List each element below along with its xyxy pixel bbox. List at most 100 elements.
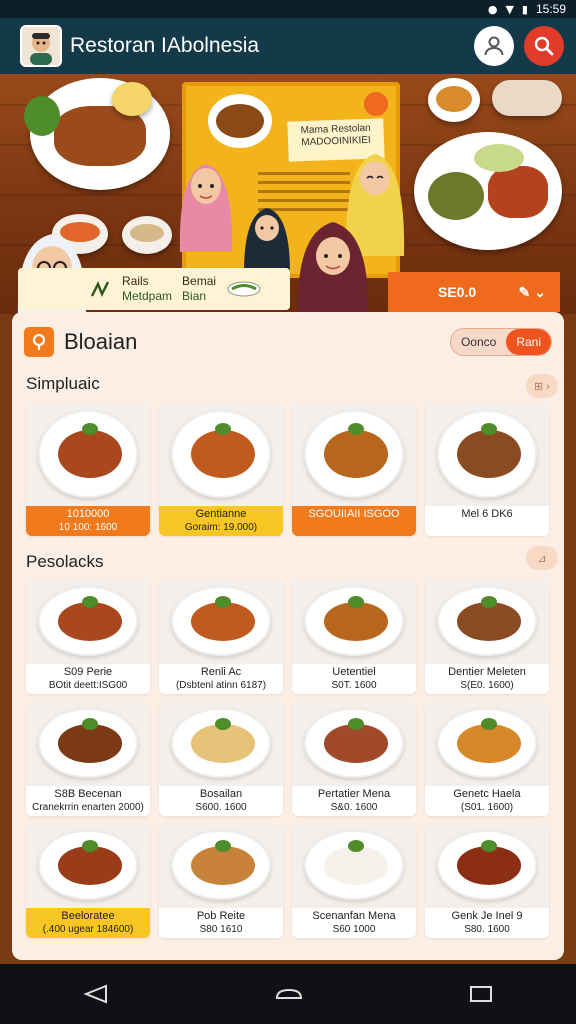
dish-name: Uetentiel: [332, 666, 376, 678]
dish-photo: [425, 824, 549, 908]
dish-price: Cranekrrin enarten 2000): [32, 801, 144, 813]
dish-price: S&0. 1600: [330, 801, 378, 813]
dish-photo: [26, 580, 150, 664]
promo-line1a: Rails: [122, 274, 149, 288]
dish-photo: [159, 404, 283, 506]
dish-caption: Renli Ac (Dsbtenl atinn 6187): [159, 664, 283, 694]
dish-photo: [26, 824, 150, 908]
segment-option-2[interactable]: Rani: [506, 329, 551, 355]
dish-name: Bosailan: [199, 788, 243, 800]
dish-card[interactable]: Genk Je Inel 9 S80. 1600: [425, 824, 549, 938]
dish-photo: [26, 404, 150, 506]
battery-icon: ▮: [521, 2, 528, 16]
search-icon: [534, 36, 554, 56]
user-icon: [484, 36, 504, 56]
search-button[interactable]: [524, 26, 564, 66]
status-bar: ● ▼ ▮ 15:59: [0, 0, 576, 18]
dish-price: S0T. 1600: [331, 679, 377, 691]
price-banner[interactable]: SE0.0 ✎ ⌄: [388, 272, 560, 312]
dish-price: Goraim: 19.000): [184, 521, 258, 533]
dish-caption: S8B Becenan Cranekrrin enarten 2000): [26, 786, 150, 816]
dish-caption: Genetc Haela (S01. 1600): [425, 786, 549, 816]
back-icon[interactable]: [82, 984, 110, 1004]
promo-card[interactable]: Rails Metdpam Bemai Bian: [18, 268, 290, 310]
section-title-list: Pesolacks: [26, 552, 104, 571]
dish-name: SGOUIIAII ISGOO: [308, 508, 400, 520]
app-bar: Restoran IAbolnesia: [0, 18, 576, 74]
dish-caption: Beeloratee (.400 ugear 184600): [26, 908, 150, 938]
segment-toggle: Oonco Rani: [449, 328, 552, 356]
dish-name: Pertatier Mena: [317, 788, 391, 800]
panel-title: Bloaian: [64, 329, 138, 354]
dish-name: Dentier Meleten: [448, 666, 526, 678]
tag-icon: ✎ ⌄: [518, 283, 546, 300]
dish-price: S(E0. 1600): [460, 679, 514, 691]
dish-card[interactable]: Scenanfan Mena S60 1000: [292, 824, 416, 938]
dish-caption: Genk Je Inel 9 S80. 1600: [425, 908, 549, 938]
dish-caption: Dentier Meleten S(E0. 1600): [425, 664, 549, 694]
dish-caption: Uetentiel S0T. 1600: [292, 664, 416, 694]
dish-caption: Pob Reite S80 1610: [159, 908, 283, 938]
app-title: Restoran IAbolnesia: [70, 34, 260, 57]
dish-name: Genetc Haela: [453, 788, 521, 800]
dish-name: S09 Perie: [63, 666, 113, 678]
dish-caption: 1010000 10 100: 1600: [26, 506, 150, 536]
dish-card[interactable]: Dentier Meleten S(E0. 1600): [425, 580, 549, 694]
dish-photo: [292, 580, 416, 664]
character-hijab-pink: [179, 164, 233, 252]
app-logo: [20, 25, 62, 67]
menu-category-icon: [24, 327, 54, 357]
dish-card[interactable]: Pob Reite S80 1610: [159, 824, 283, 938]
dish-photo: [292, 404, 416, 506]
dish-photo: [425, 702, 549, 786]
dish-name: 1010000: [66, 508, 110, 520]
dish-card[interactable]: Uetentiel S0T. 1600: [292, 580, 416, 694]
dish-card[interactable]: Mel 6 DK6: [425, 404, 549, 536]
leaf-icon: [227, 281, 261, 297]
dish-card[interactable]: Pertatier Mena S&0. 1600: [292, 702, 416, 816]
dish-card[interactable]: 1010000 10 100: 1600: [26, 404, 150, 536]
dish-name: S8B Becenan: [54, 788, 122, 800]
section-filter-button[interactable]: ⊿: [526, 546, 558, 570]
section-more-button[interactable]: ⊞ ›: [526, 374, 558, 398]
dish-price: BOtit deett:ISG00: [48, 679, 128, 691]
dish-photo: [159, 580, 283, 664]
dish-card[interactable]: S09 Perie BOtit deett:ISG00: [26, 580, 150, 694]
dish-price: 10 100: 1600: [58, 521, 118, 533]
dish-photo: [26, 702, 150, 786]
dish-caption: Scenanfan Mena S60 1000: [292, 908, 416, 938]
dish-caption: Bosailan S600. 1600: [159, 786, 283, 816]
system-nav-bar: [0, 964, 576, 1024]
dish-photo: [292, 824, 416, 908]
dish-caption: Gentianne Goraim: 19.000): [159, 506, 283, 536]
wifi-icon: ▼: [505, 2, 514, 16]
dish-card[interactable]: Gentianne Goraim: 19.000): [159, 404, 283, 536]
dish-card[interactable]: Bosailan S600. 1600: [159, 702, 283, 816]
dish-price: S80 1610: [199, 923, 243, 935]
dish-card[interactable]: Genetc Haela (S01. 1600): [425, 702, 549, 816]
dish-name: Renli Ac: [200, 666, 242, 678]
dish-price: S600. 1600: [195, 801, 247, 813]
dish-photo: [425, 580, 549, 664]
dish-price: (.400 ugear 184600): [42, 923, 134, 935]
promo-line2b: Bian: [182, 289, 207, 303]
dish-card[interactable]: S8B Becenan Cranekrrin enarten 2000): [26, 702, 150, 816]
dish-name: Genk Je Inel 9: [451, 910, 523, 922]
dish-name: Beeloratee: [61, 910, 115, 922]
character-child: [244, 208, 290, 272]
dish-price: (S01. 1600): [460, 801, 514, 813]
status-time: 15:59: [535, 2, 566, 16]
profile-button[interactable]: [474, 26, 514, 66]
dish-card[interactable]: SGOUIIAII ISGOO: [292, 404, 416, 536]
dish-photo: [159, 702, 283, 786]
recents-icon[interactable]: [468, 984, 494, 1004]
dish-card[interactable]: Renli Ac (Dsbtenl atinn 6187): [159, 580, 283, 694]
segment-option-1[interactable]: Oonco: [451, 329, 506, 355]
dish-caption: Pertatier Mena S&0. 1600: [292, 786, 416, 816]
dish-photo: [292, 702, 416, 786]
home-icon[interactable]: [273, 984, 305, 1004]
dish-name: Gentianne: [195, 508, 247, 520]
dish-card[interactable]: Beeloratee (.400 ugear 184600): [26, 824, 150, 938]
dish-name: Scenanfan Mena: [312, 910, 396, 922]
hero-dish-satay: [414, 132, 562, 250]
